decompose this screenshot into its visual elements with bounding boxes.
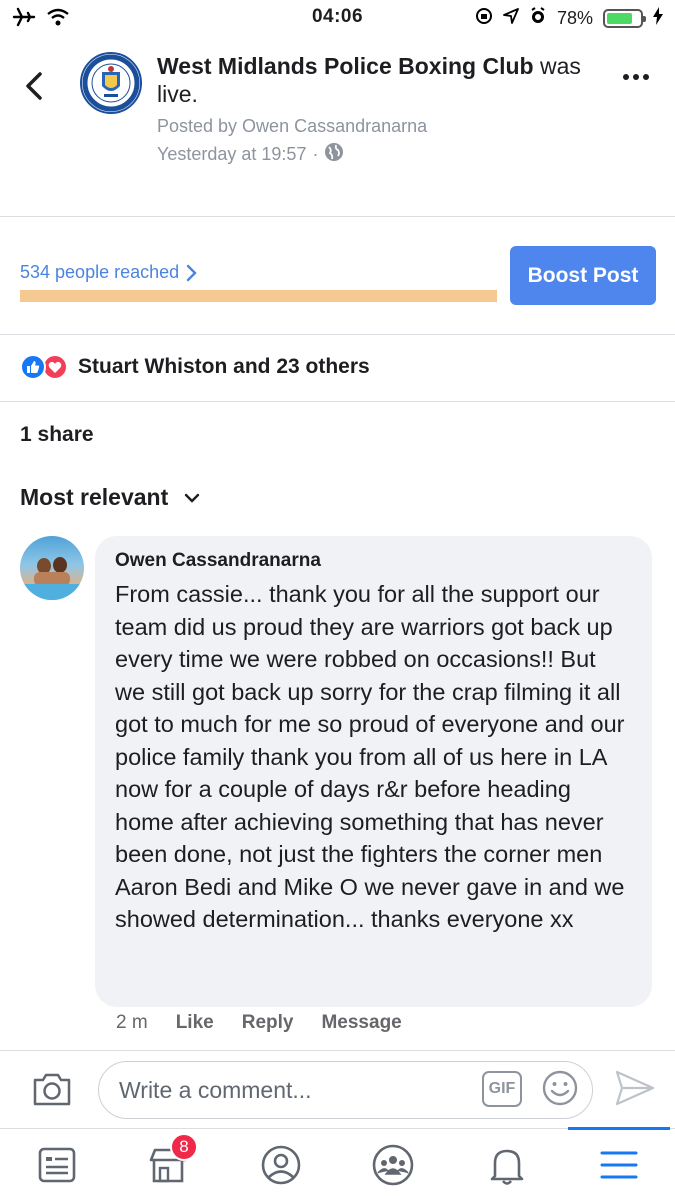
charging-icon bbox=[653, 7, 663, 30]
nav-profile[interactable] bbox=[259, 1143, 303, 1187]
nav-marketplace[interactable]: 8 bbox=[146, 1133, 198, 1187]
police-crest-logo bbox=[82, 54, 140, 112]
comment-message-button[interactable]: Message bbox=[321, 1012, 401, 1034]
boost-post-button[interactable]: Boost Post bbox=[510, 246, 656, 305]
page-avatar[interactable] bbox=[80, 52, 142, 114]
nav-menu[interactable] bbox=[597, 1143, 641, 1187]
posted-by: Posted by Owen Cassandranarna bbox=[157, 116, 428, 136]
active-tab-indicator bbox=[568, 1127, 670, 1130]
chevron-left-icon bbox=[26, 72, 42, 100]
comment-filter-label: Most relevant bbox=[20, 484, 169, 510]
page-name-link[interactable]: West Midlands Police Boxing Club bbox=[157, 53, 534, 79]
chevron-down-icon bbox=[185, 493, 200, 503]
people-reached-link[interactable]: 534 people reached bbox=[20, 262, 197, 283]
battery-percent: 78% bbox=[556, 8, 593, 28]
comment-text: From cassie... thank you for all the sup… bbox=[115, 581, 625, 932]
emoji-button[interactable] bbox=[541, 1069, 579, 1112]
bell-icon bbox=[490, 1149, 524, 1185]
profile-icon bbox=[261, 1145, 301, 1185]
hamburger-menu-icon bbox=[600, 1151, 638, 1179]
reactions-summary[interactable]: Stuart Whiston and 23 others bbox=[20, 354, 370, 380]
post-title: West Midlands Police Boxing Club was liv… bbox=[157, 52, 597, 108]
post-timestamp-row: Yesterday at 19:57 · bbox=[157, 142, 344, 167]
news-feed-icon bbox=[38, 1147, 76, 1183]
gif-button[interactable]: GIF bbox=[482, 1071, 522, 1107]
people-reached-text: 534 people reached bbox=[20, 262, 180, 282]
post-timestamp[interactable]: Yesterday at 19:57 bbox=[157, 144, 306, 165]
comment-author[interactable]: Owen Cassandranarna bbox=[115, 550, 632, 572]
reactions-text: Stuart Whiston and 23 others bbox=[78, 355, 370, 378]
post-header: West Midlands Police Boxing Club was liv… bbox=[0, 40, 675, 216]
more-dot bbox=[623, 74, 629, 80]
location-icon bbox=[503, 8, 519, 29]
back-button[interactable] bbox=[24, 66, 54, 106]
comment-bubble: Owen Cassandranarna From cassie... thank… bbox=[95, 536, 652, 1007]
more-dot bbox=[643, 74, 649, 80]
more-options-button[interactable] bbox=[623, 74, 649, 80]
status-right: 78% bbox=[475, 7, 663, 30]
nav-groups[interactable] bbox=[371, 1143, 415, 1187]
battery-icon bbox=[603, 9, 646, 28]
comment-composer: Write a comment... GIF bbox=[0, 1050, 675, 1128]
smiley-icon bbox=[542, 1070, 578, 1106]
divider bbox=[0, 216, 675, 217]
divider bbox=[0, 334, 675, 335]
bottom-nav: 8 bbox=[0, 1127, 675, 1200]
marketplace-badge: 8 bbox=[170, 1133, 198, 1161]
more-dot bbox=[633, 74, 639, 80]
rotation-lock-icon bbox=[475, 7, 493, 30]
reaction-icons bbox=[20, 354, 68, 380]
camera-button[interactable] bbox=[32, 1071, 72, 1112]
send-icon bbox=[615, 1070, 655, 1106]
globe-icon bbox=[324, 142, 344, 167]
comment-actions: 2 m Like Reply Message bbox=[116, 1012, 402, 1034]
battery-level bbox=[607, 13, 632, 24]
send-button[interactable] bbox=[614, 1069, 656, 1112]
nav-news-feed[interactable] bbox=[35, 1143, 79, 1187]
comment-time: 2 m bbox=[116, 1012, 148, 1033]
alarm-icon bbox=[529, 7, 547, 30]
nav-notifications[interactable] bbox=[485, 1143, 529, 1187]
reach-bar bbox=[20, 290, 497, 302]
comment-reply-button[interactable]: Reply bbox=[242, 1012, 294, 1034]
comment-filter-dropdown[interactable]: Most relevant bbox=[20, 484, 200, 511]
comment-like-button[interactable]: Like bbox=[176, 1012, 214, 1034]
commenter-avatar[interactable] bbox=[20, 536, 84, 600]
camera-icon bbox=[33, 1073, 71, 1106]
separator-dot: · bbox=[312, 144, 319, 164]
divider bbox=[0, 401, 675, 402]
like-reaction-icon bbox=[20, 354, 46, 380]
groups-icon bbox=[372, 1144, 414, 1186]
chevron-right-icon bbox=[186, 264, 197, 281]
status-bar: 04:06 78% bbox=[0, 0, 675, 36]
shares-count[interactable]: 1 share bbox=[20, 423, 94, 447]
